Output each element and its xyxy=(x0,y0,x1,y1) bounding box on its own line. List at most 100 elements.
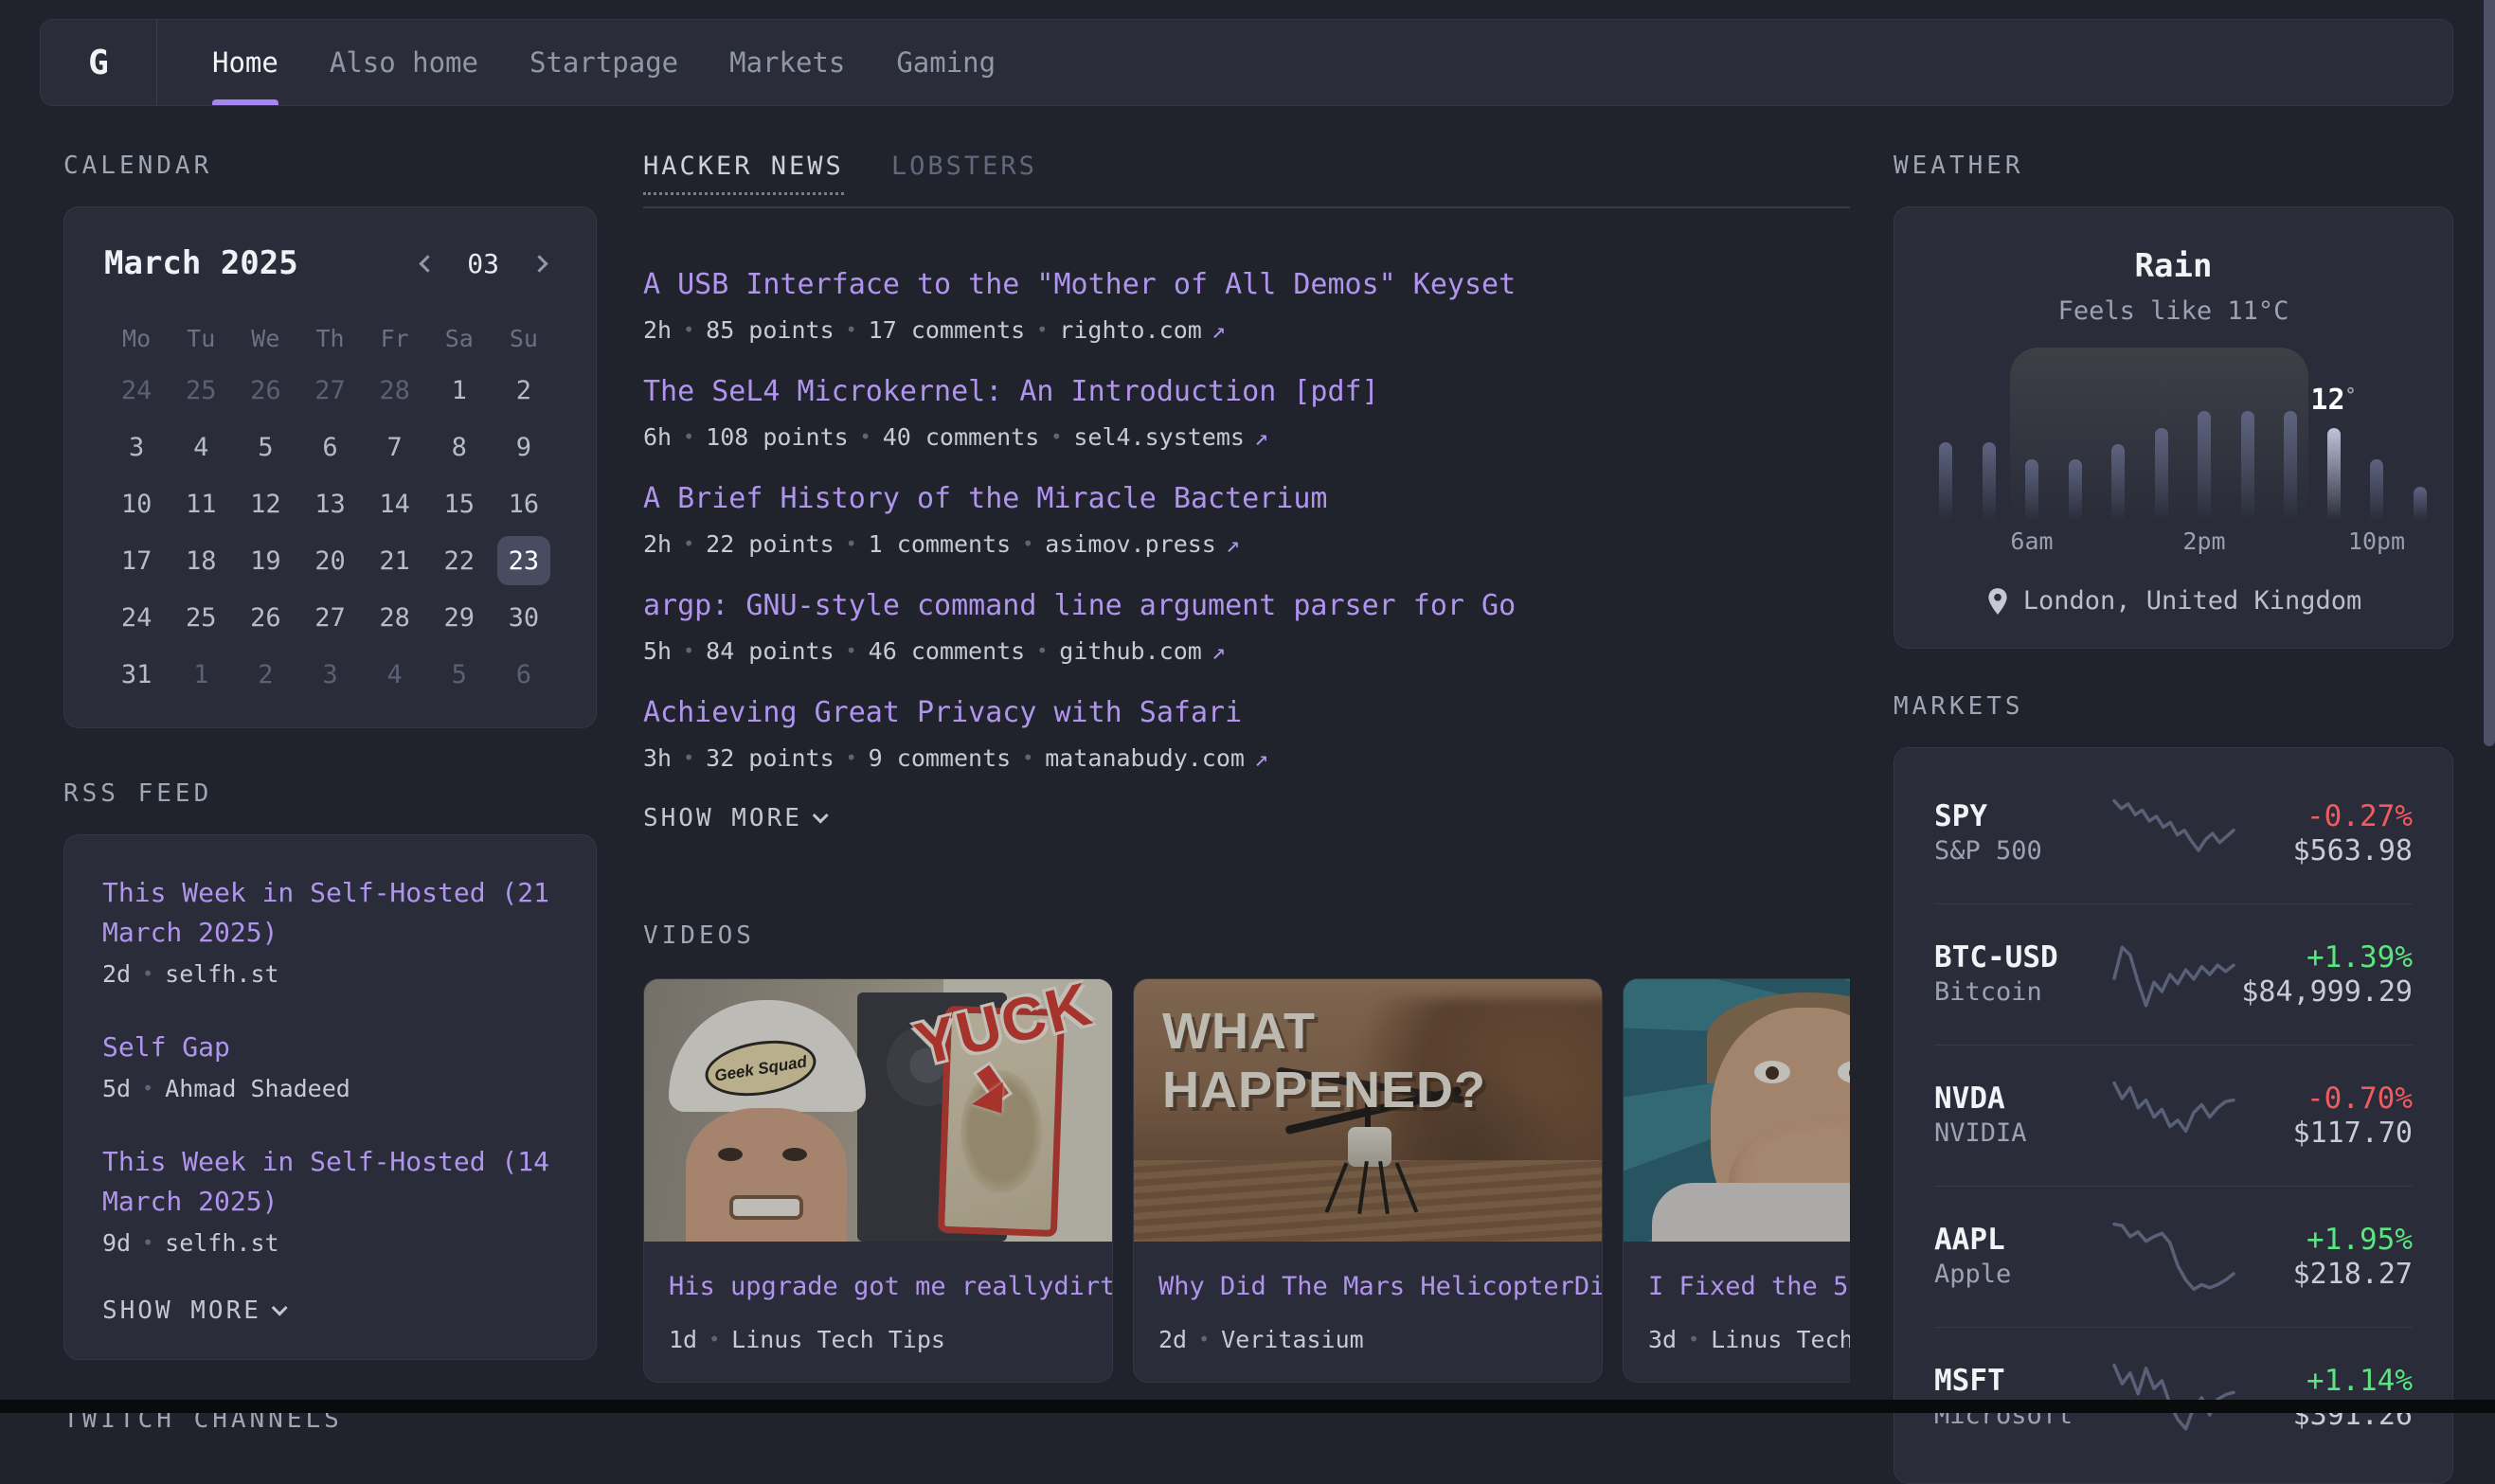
news-item-source[interactable]: github.com xyxy=(1059,637,1202,665)
calendar-week-row: 10 11 1213 14 1516 xyxy=(104,475,556,532)
calendar-day[interactable]: 2 xyxy=(492,362,556,419)
nav-tab-markets[interactable]: Markets xyxy=(729,20,845,105)
calendar-day[interactable]: 16 xyxy=(492,475,556,532)
calendar-day[interactable]: 18 xyxy=(169,532,233,589)
news-item-source[interactable]: righto.com xyxy=(1059,316,1202,344)
meta-separator-dot: • xyxy=(709,1328,720,1350)
calendar-day[interactable]: 7 xyxy=(363,419,427,475)
market-row-btc-usd[interactable]: BTC-USDBitcoin+1.39%$84,999.29 xyxy=(1934,903,2413,1045)
calendar-day[interactable]: 27 xyxy=(297,589,362,646)
calendar-day[interactable]: 19 xyxy=(233,532,297,589)
external-link-icon: ↗ xyxy=(1212,637,1226,665)
calendar-day[interactable]: 1 xyxy=(427,362,492,419)
news-show-more-button[interactable]: SHOW MORE xyxy=(643,804,1850,832)
calendar-day[interactable]: 24 xyxy=(104,362,169,419)
tab-lobsters[interactable]: LOBSTERS xyxy=(891,152,1037,192)
calendar-day[interactable]: 28 xyxy=(363,362,427,419)
calendar-day-number: 11 xyxy=(186,490,217,519)
app-logo[interactable]: G xyxy=(41,20,156,105)
news-item-link[interactable]: argp: GNU-style command line argument pa… xyxy=(643,586,1850,626)
calendar-day[interactable]: 4 xyxy=(363,646,427,703)
thumb-shape xyxy=(1325,1162,1349,1212)
news-tabs: HACKER NEWS LOBSTERS xyxy=(643,152,1850,195)
calendar-day[interactable]: 24 xyxy=(104,589,169,646)
calendar-day[interactable]: 11 xyxy=(169,475,233,532)
calendar-day[interactable]: 2 xyxy=(233,646,297,703)
calendar-day[interactable]: 5 xyxy=(233,419,297,475)
calendar-day[interactable]: 20 xyxy=(297,532,362,589)
calendar-day[interactable]: 6 xyxy=(492,646,556,703)
meta-separator-dot: • xyxy=(846,639,857,662)
calendar-day-number: 14 xyxy=(379,490,410,519)
nav-tab-home[interactable]: Home xyxy=(212,20,278,105)
calendar-day[interactable]: 1 xyxy=(169,646,233,703)
news-item-link[interactable]: A USB Interface to the "Mother of All De… xyxy=(643,265,1850,305)
video-card[interactable]: WHAT HAPPENED?Why Did The Mars Helicopte… xyxy=(1133,978,1603,1383)
news-item-source[interactable]: matanabudy.com xyxy=(1045,744,1245,772)
calendar-section-label: CALENDAR xyxy=(63,152,212,180)
calendar-day[interactable]: 25 xyxy=(169,589,233,646)
rss-item-link[interactable]: This Week in Self-Hosted (14 March 2025) xyxy=(102,1142,558,1222)
calendar-day[interactable]: 29 xyxy=(427,589,492,646)
calendar-day[interactable]: 3 xyxy=(104,419,169,475)
calendar-day[interactable]: 30 xyxy=(492,589,556,646)
rss-item-link[interactable]: This Week in Self-Hosted (21 March 2025) xyxy=(102,873,558,953)
calendar-day[interactable]: 27 xyxy=(297,362,362,419)
calendar-day[interactable]: 21 xyxy=(363,532,427,589)
news-item-source[interactable]: asimov.press xyxy=(1045,530,1216,558)
nav-tab-also-home[interactable]: Also home xyxy=(330,20,478,105)
news-item-link[interactable]: A Brief History of the Miracle Bacterium xyxy=(643,479,1850,519)
video-title-link[interactable]: dirty - AMD $5000 Ultimate… xyxy=(1053,1272,1113,1301)
rss-item-link[interactable]: Self Gap xyxy=(102,1028,558,1067)
calendar-day[interactable]: 8 xyxy=(427,419,492,475)
news-item-source[interactable]: sel4.systems xyxy=(1073,423,1245,451)
calendar-day[interactable]: 15 xyxy=(427,475,492,532)
calendar-day[interactable]: 25 xyxy=(169,362,233,419)
market-change: -0.27% xyxy=(2237,798,2414,834)
video-card[interactable]: DOTHTI Fixed the 5Power Connect3d•Linus … xyxy=(1623,978,1850,1383)
calendar-day[interactable]: 9 xyxy=(492,419,556,475)
nav-tab-gaming[interactable]: Gaming xyxy=(896,20,996,105)
calendar-day-number: 8 xyxy=(452,433,467,462)
calendar-day[interactable]: 10 xyxy=(104,475,169,532)
video-card[interactable]: Geek SquadYUCKHis upgrade got me reallyd… xyxy=(643,978,1113,1383)
calendar-day-number: 4 xyxy=(387,660,403,689)
calendar-prev-button[interactable] xyxy=(410,249,439,277)
calendar-day-number: 6 xyxy=(322,433,337,462)
market-quote-block: +1.14%$391.26 xyxy=(2237,1363,2414,1433)
calendar-day[interactable]: 12 xyxy=(233,475,297,532)
news-item-link[interactable]: Achieving Great Privacy with Safari xyxy=(643,693,1850,733)
calendar-day[interactable]: 14 xyxy=(363,475,427,532)
video-title-link[interactable]: Disappear? xyxy=(1574,1272,1603,1301)
calendar-day[interactable]: 4 xyxy=(169,419,233,475)
calendar-day[interactable]: 22 xyxy=(427,532,492,589)
video-title-link[interactable]: Why Did The Mars Helicopter xyxy=(1158,1272,1574,1301)
video-title-link[interactable]: I Fixed the 5 xyxy=(1648,1272,1848,1301)
news-item-link[interactable]: The SeL4 Microkernel: An Introduction [p… xyxy=(643,372,1850,412)
arrow-down-icon xyxy=(972,1082,1017,1124)
market-sparkline xyxy=(2110,789,2237,878)
scrollbar-thumb[interactable] xyxy=(2484,0,2495,746)
rss-show-more-button[interactable]: SHOW MORE xyxy=(102,1296,558,1325)
market-sparkline-cell xyxy=(2110,789,2237,878)
calendar-day[interactable]: 31 xyxy=(104,646,169,703)
nav-tab-startpage[interactable]: Startpage xyxy=(530,20,678,105)
calendar-day[interactable]: 6 xyxy=(297,419,362,475)
calendar-day[interactable]: 5 xyxy=(427,646,492,703)
calendar-day[interactable]: 17 xyxy=(104,532,169,589)
market-row-aapl[interactable]: AAPLApple+1.95%$218.27 xyxy=(1934,1186,2413,1327)
calendar-next-button[interactable] xyxy=(528,249,556,277)
market-row-spy[interactable]: SPYS&P 500-0.27%$563.98 xyxy=(1934,763,2413,903)
calendar-day[interactable]: 26 xyxy=(233,589,297,646)
tab-hacker-news[interactable]: HACKER NEWS xyxy=(643,152,844,195)
calendar-day[interactable]: 28 xyxy=(363,589,427,646)
calendar-day[interactable]: 13 xyxy=(297,475,362,532)
calendar-day[interactable]: 26 xyxy=(233,362,297,419)
video-title-link[interactable]: His upgrade got me really xyxy=(669,1272,1053,1301)
market-row-msft[interactable]: MSFTMicrosoft+1.14%$391.26 xyxy=(1934,1327,2413,1468)
calendar-day[interactable]: 3 xyxy=(297,646,362,703)
calendar-day-selected[interactable]: 23 xyxy=(492,532,556,589)
calendar-weekday: Th xyxy=(297,325,362,352)
video-title-link[interactable]: Power Connect xyxy=(1848,1272,1850,1301)
market-row-nvda[interactable]: NVDANVIDIA-0.70%$117.70 xyxy=(1934,1045,2413,1186)
